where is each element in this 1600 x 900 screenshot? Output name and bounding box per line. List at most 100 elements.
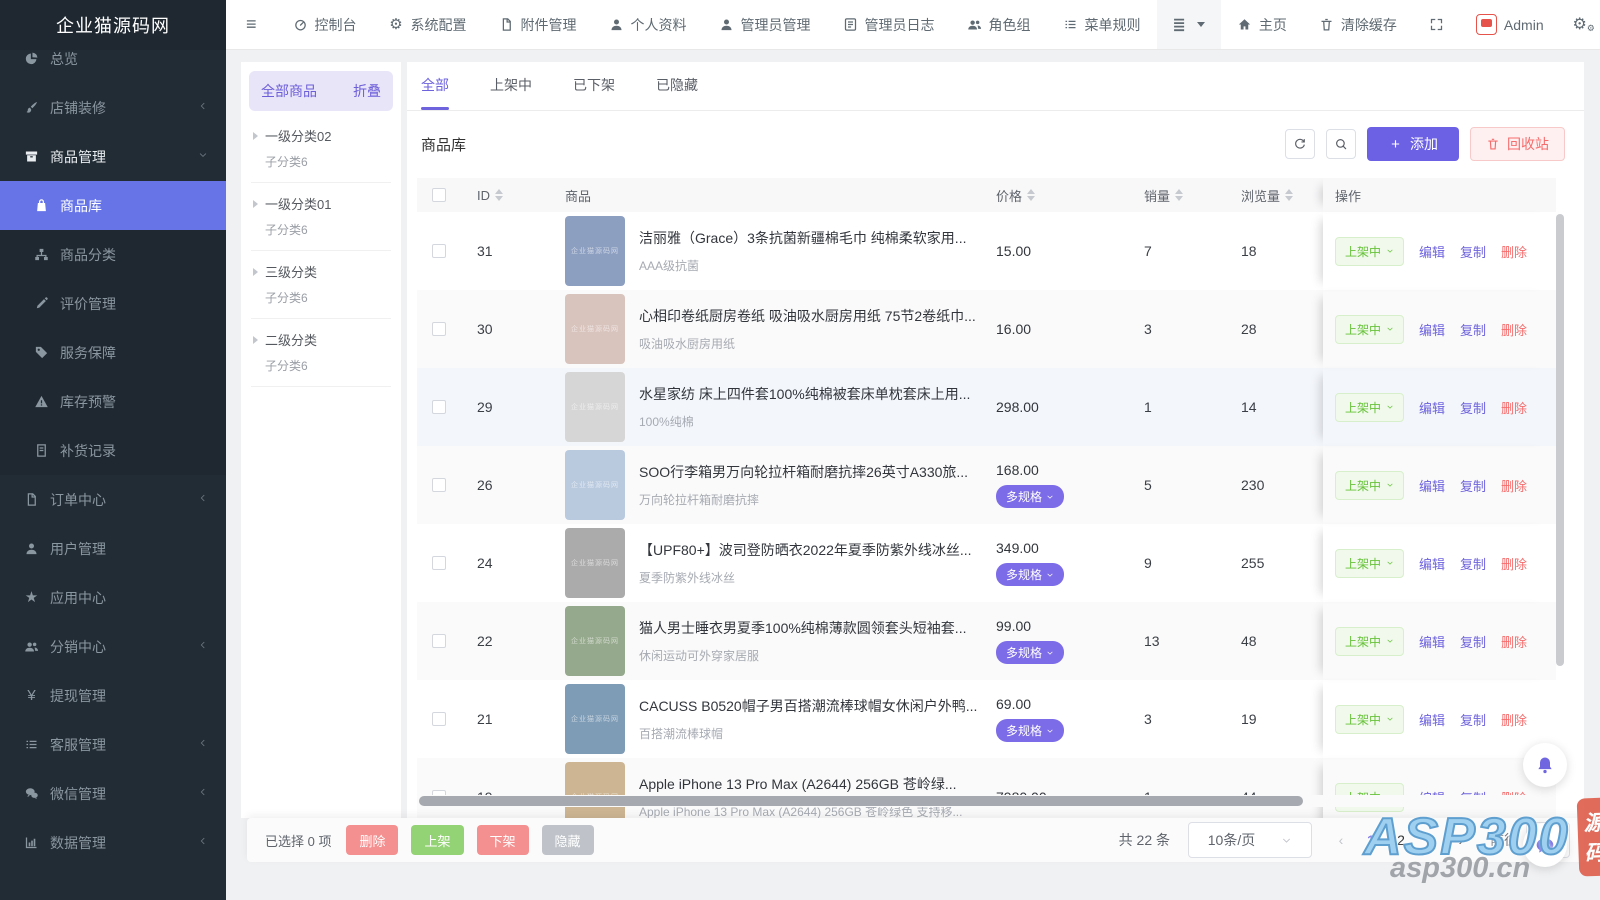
multi-spec-badge[interactable]: 多规格 <box>996 641 1064 664</box>
page-3-button[interactable]: 3 <box>1416 832 1446 848</box>
copy-link[interactable]: 复制 <box>1460 242 1486 261</box>
vertical-scrollbar-thumb[interactable] <box>1556 214 1564 666</box>
copy-link[interactable]: 复制 <box>1460 554 1486 573</box>
topnav-item-2[interactable]: 附件管理 <box>483 0 593 49</box>
sidebar-item-分销中心[interactable]: 分销中心 <box>0 622 226 671</box>
delete-link[interactable]: 删除 <box>1501 632 1527 651</box>
topnav-item-0[interactable]: 控制台 <box>277 0 373 49</box>
sidebar-item-提现管理[interactable]: ¥提现管理 <box>0 671 226 720</box>
sidebar-item-评价管理[interactable]: 评价管理 <box>0 279 226 328</box>
sidebar-item-商品管理[interactable]: 商品管理 <box>0 132 226 181</box>
status-dropdown[interactable]: 上架中 <box>1335 393 1404 422</box>
multi-spec-badge[interactable]: 多规格 <box>996 563 1064 586</box>
sidebar-item-微信管理[interactable]: 微信管理 <box>0 769 226 818</box>
fullscreen-button[interactable] <box>1413 0 1460 49</box>
column-header-views[interactable]: 浏览量 <box>1233 186 1323 205</box>
topnav-item-3[interactable]: 个人资料 <box>593 0 703 49</box>
tab-已隐藏[interactable]: 已隐藏 <box>656 62 698 110</box>
status-dropdown[interactable]: 上架中 <box>1335 627 1404 656</box>
topnav-item-7[interactable]: 菜单规则 <box>1047 0 1157 49</box>
horizontal-scrollbar-thumb[interactable] <box>419 796 1303 806</box>
sort-icon[interactable] <box>1027 189 1035 201</box>
sidebar-item-库存预警[interactable]: 库存预警 <box>0 377 226 426</box>
category-item-3[interactable]: 二级分类 子分类6 <box>251 319 391 387</box>
column-header-price[interactable]: 价格 <box>990 186 1138 205</box>
copy-link[interactable]: 复制 <box>1460 476 1486 495</box>
tab-上架中[interactable]: 上架中 <box>490 62 532 110</box>
copy-link[interactable]: 复制 <box>1460 320 1486 339</box>
sort-icon[interactable] <box>495 189 503 201</box>
edit-link[interactable]: 编辑 <box>1419 476 1445 495</box>
multi-spec-badge[interactable]: 多规格 <box>996 485 1064 508</box>
collapse-button[interactable]: 折叠 <box>353 81 381 101</box>
delete-link[interactable]: 删除 <box>1501 476 1527 495</box>
multi-spec-badge[interactable]: 多规格 <box>996 719 1064 742</box>
sort-icon[interactable] <box>1285 189 1293 201</box>
tab-已下架[interactable]: 已下架 <box>573 62 615 110</box>
select-all-checkbox[interactable] <box>432 188 446 202</box>
category-item-0[interactable]: 一级分类02 子分类6 <box>251 115 391 183</box>
status-dropdown[interactable]: 上架中 <box>1335 705 1404 734</box>
sidebar-item-客服管理[interactable]: 客服管理 <box>0 720 226 769</box>
batch-上架-button[interactable]: 上架 <box>411 825 463 855</box>
sidebar-item-服务保障[interactable]: 服务保障 <box>0 328 226 377</box>
column-header-id[interactable]: ID <box>460 188 545 203</box>
row-checkbox[interactable] <box>432 556 446 570</box>
batch-隐藏-button[interactable]: 隐藏 <box>542 825 594 855</box>
batch-删除-button[interactable]: 删除 <box>346 825 398 855</box>
column-header-sales[interactable]: 销量 <box>1138 186 1233 205</box>
page-1-button[interactable]: 1 <box>1356 832 1386 848</box>
sidebar-item-数据管理[interactable]: 数据管理 <box>0 818 226 867</box>
edit-link[interactable]: 编辑 <box>1419 710 1445 729</box>
nav-dropdown-button[interactable]: ≣ <box>1157 0 1221 49</box>
copy-link[interactable]: 复制 <box>1460 710 1486 729</box>
tab-全部[interactable]: 全部 <box>421 62 449 110</box>
refresh-button[interactable] <box>1285 129 1315 159</box>
chat-float-button[interactable] <box>1523 823 1567 867</box>
topnav-item-5[interactable]: 管理员日志 <box>827 0 951 49</box>
row-checkbox[interactable] <box>432 400 446 414</box>
status-dropdown[interactable]: 上架中 <box>1335 549 1404 578</box>
recycle-bin-button[interactable]: 回收站 <box>1470 127 1565 161</box>
topnav-item-1[interactable]: ⚙系统配置 <box>373 0 483 49</box>
search-button[interactable] <box>1326 129 1356 159</box>
sidebar-toggle-button[interactable]: ≡ <box>226 0 277 49</box>
next-page-button[interactable]: › <box>1446 832 1476 848</box>
sort-icon[interactable] <box>1175 189 1183 201</box>
sidebar-item-店铺装修[interactable]: 店铺装修 <box>0 83 226 132</box>
sidebar-item-订单中心[interactable]: 订单中心 <box>0 475 226 524</box>
home-button[interactable]: 主页 <box>1221 0 1303 49</box>
delete-link[interactable]: 删除 <box>1501 398 1527 417</box>
topnav-item-6[interactable]: 角色组 <box>951 0 1047 49</box>
settings-button[interactable]: ⚙⚙ <box>1560 0 1600 49</box>
topnav-item-4[interactable]: 管理员管理 <box>703 0 827 49</box>
horizontal-scrollbar[interactable] <box>417 795 1556 807</box>
clear-cache-button[interactable]: 清除缓存 <box>1303 0 1413 49</box>
delete-link[interactable]: 删除 <box>1501 320 1527 339</box>
row-checkbox[interactable] <box>432 634 446 648</box>
edit-link[interactable]: 编辑 <box>1419 320 1445 339</box>
row-checkbox[interactable] <box>432 322 446 336</box>
row-checkbox[interactable] <box>432 478 446 492</box>
delete-link[interactable]: 删除 <box>1501 242 1527 261</box>
page-size-select[interactable]: 10条/页 <box>1188 822 1312 858</box>
batch-下架-button[interactable]: 下架 <box>477 825 529 855</box>
admin-menu[interactable]: Admin <box>1460 0 1560 49</box>
status-dropdown[interactable]: 上架中 <box>1335 237 1404 266</box>
delete-link[interactable]: 删除 <box>1501 710 1527 729</box>
status-dropdown[interactable]: 上架中 <box>1335 315 1404 344</box>
category-item-2[interactable]: 三级分类 子分类6 <box>251 251 391 319</box>
copy-link[interactable]: 复制 <box>1460 632 1486 651</box>
sidebar-item-补货记录[interactable]: 补货记录 <box>0 426 226 475</box>
row-checkbox[interactable] <box>432 712 446 726</box>
edit-link[interactable]: 编辑 <box>1419 242 1445 261</box>
sidebar-item-用户管理[interactable]: 用户管理 <box>0 524 226 573</box>
copy-link[interactable]: 复制 <box>1460 398 1486 417</box>
add-button[interactable]: +添加 <box>1367 127 1459 161</box>
sidebar-item-商品分类[interactable]: 商品分类 <box>0 230 226 279</box>
edit-link[interactable]: 编辑 <box>1419 632 1445 651</box>
delete-link[interactable]: 删除 <box>1501 554 1527 573</box>
vertical-scrollbar[interactable] <box>1556 212 1564 808</box>
category-item-1[interactable]: 一级分类01 子分类6 <box>251 183 391 251</box>
sidebar-item-商品库[interactable]: 商品库 <box>0 181 226 230</box>
